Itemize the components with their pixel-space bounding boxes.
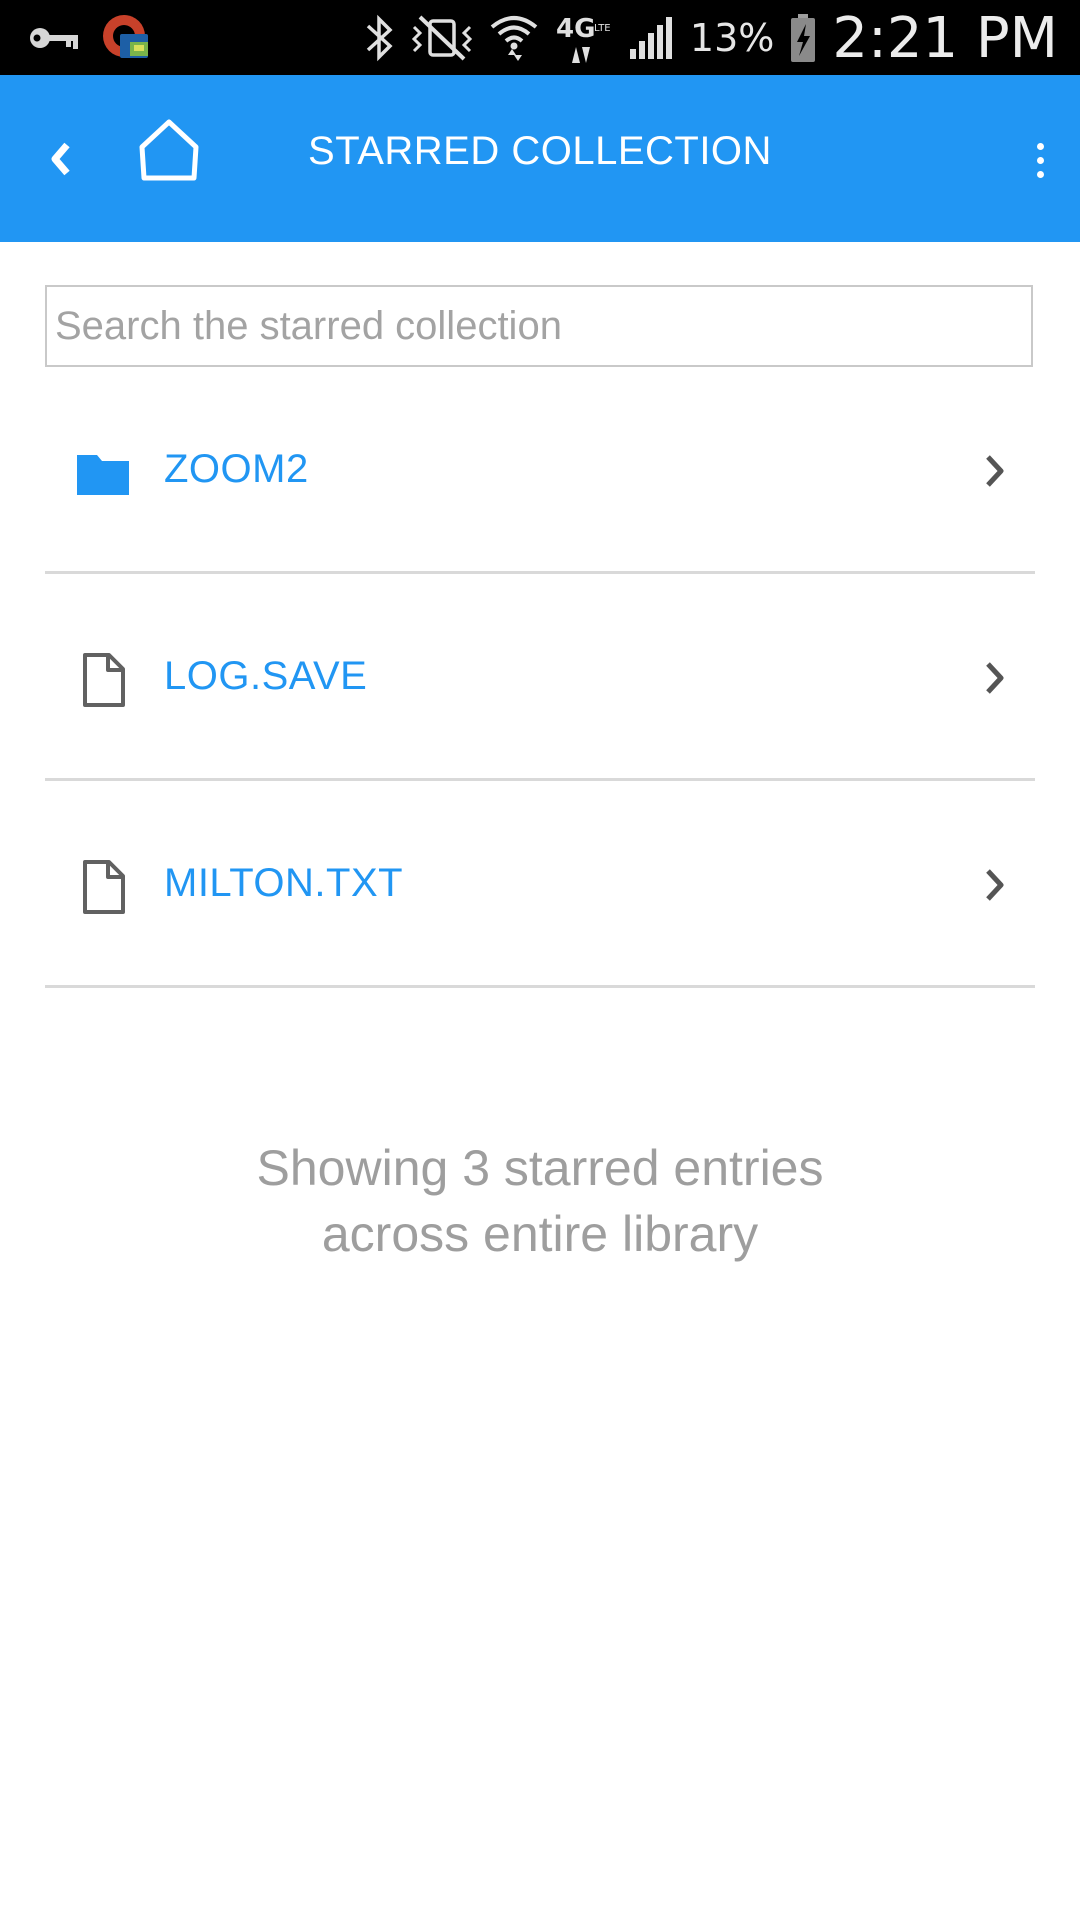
status-bar: 4G LTE 13% 2:21 PM [0, 0, 1080, 75]
chevron-right-icon [986, 662, 1004, 694]
list-item-label: LOG.SAVE [164, 654, 368, 698]
key-icon [28, 23, 80, 53]
file-icon [83, 653, 125, 707]
overflow-menu-icon [1036, 142, 1044, 150]
list-item-log-save[interactable]: LOG.SAVE [45, 574, 1035, 781]
list-item-label: ZOOM2 [164, 447, 309, 491]
status-bar-right: 4G LTE 13% 2:21 PM [362, 5, 1058, 71]
list-item-zoom2[interactable]: ZOOM2 [45, 367, 1035, 574]
battery-charging-icon [788, 12, 818, 64]
chevron-right-icon [986, 455, 1004, 487]
page-title: STARRED COLLECTION [308, 129, 772, 173]
starred-summary-text: Showing 3 starred entries across entire … [256, 1140, 824, 1262]
signal-icon [628, 13, 676, 63]
app-notification-icon [100, 12, 152, 64]
list-item-milton-txt[interactable]: MILTON.TXT [45, 781, 1035, 988]
app-bar: STARRED COLLECTION [0, 75, 1080, 242]
svg-text:LTE: LTE [594, 23, 611, 34]
battery-percent: 13% [689, 16, 775, 60]
folder-icon [77, 455, 129, 495]
starred-list: ZOOM2 LOG.SAVE MILTON.TXT [45, 367, 1035, 988]
clock-time: 2:21 PM [832, 5, 1058, 71]
bluetooth-icon [362, 13, 396, 63]
overflow-dot [1036, 170, 1044, 178]
file-icon [83, 860, 125, 914]
4g-lte-icon: 4G LTE [554, 11, 614, 65]
wifi-icon [488, 11, 540, 65]
list-item-label: MILTON.TXT [164, 861, 404, 905]
search-input[interactable] [45, 285, 1033, 367]
chevron-right-icon [986, 869, 1004, 901]
status-bar-left [28, 10, 152, 66]
overflow-menu-button[interactable] [1020, 125, 1060, 195]
overflow-dot [1036, 156, 1044, 164]
svg-text:4G: 4G [556, 14, 595, 44]
vibrate-icon [410, 13, 474, 63]
